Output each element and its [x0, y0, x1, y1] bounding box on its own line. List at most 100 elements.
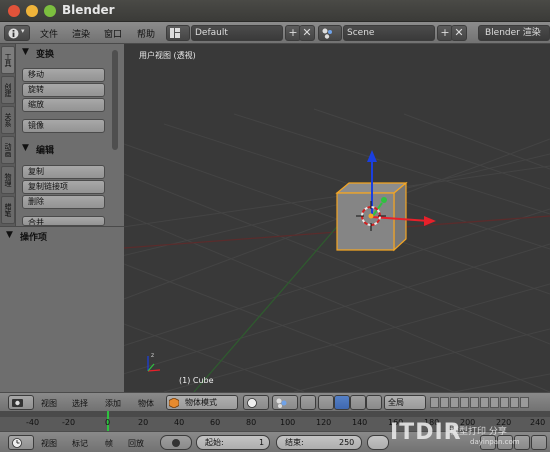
- keyframe-dot-button[interactable]: [160, 435, 192, 450]
- timeline-tick: 0: [105, 418, 111, 427]
- mirror-button[interactable]: 镜像: [22, 119, 105, 133]
- duplicate-linked-button[interactable]: 复制链接项: [22, 180, 105, 194]
- rotate-manipulator-icon[interactable]: [350, 395, 366, 410]
- end-frame-field[interactable]: 结束: 250: [276, 435, 362, 450]
- 3d-view-header: 视图 选择 添加 物体 物体模式 全局: [0, 392, 550, 411]
- scene-field[interactable]: Scene: [343, 25, 435, 41]
- view3d-icon: [12, 399, 23, 407]
- scale-manipulator-icon[interactable]: [366, 395, 382, 410]
- layer-buttons[interactable]: [430, 397, 550, 408]
- scene-icon: [322, 28, 332, 39]
- timeline-ruler-band: [0, 411, 550, 417]
- viewport-scene: z: [124, 108, 550, 392]
- tab-tools[interactable]: 工具: [1, 46, 15, 74]
- maximize-window-icon[interactable]: [44, 5, 56, 17]
- close-icon[interactable]: ✕: [299, 25, 315, 41]
- start-frame-label: 起始:: [205, 438, 224, 447]
- window-title: Blender: [62, 3, 115, 17]
- timeline-tick: 20: [138, 418, 149, 427]
- timeline-tick: 100: [280, 418, 296, 427]
- translate-button[interactable]: 移动: [22, 68, 105, 82]
- manipulator-icon[interactable]: [318, 395, 334, 410]
- mode-cube-icon: [169, 398, 179, 408]
- tab-relations[interactable]: 关系: [1, 106, 15, 134]
- end-frame-value: 250: [339, 438, 355, 447]
- transform-panel-arrow-icon[interactable]: ▼: [22, 47, 29, 57]
- menu-select[interactable]: 选择: [72, 398, 88, 409]
- screen-layout-field[interactable]: Default: [191, 25, 283, 41]
- mode-label: 物体模式: [185, 398, 217, 407]
- tool-shelf-tabs: 工具 创建 关系 动画 物理 蜡笔: [0, 44, 16, 226]
- delete-scene-icon[interactable]: ✕: [451, 25, 467, 41]
- snap-toggle-button[interactable]: [300, 395, 316, 410]
- rotate-button[interactable]: 旋转: [22, 83, 105, 97]
- translate-manipulator-icon[interactable]: [334, 395, 350, 410]
- start-frame-field[interactable]: 起始: 1: [196, 435, 270, 450]
- menu-add[interactable]: 添加: [105, 398, 121, 409]
- operator-panel-divider: [0, 226, 124, 227]
- edit-panel-arrow-icon[interactable]: ▼: [22, 143, 29, 153]
- pivot-icon: [276, 398, 287, 408]
- timeline-tick: 240: [530, 418, 546, 427]
- timeline-menu-frame[interactable]: 帧: [105, 438, 113, 449]
- tab-physics[interactable]: 物理: [1, 166, 15, 194]
- delete-button[interactable]: 删除: [22, 195, 105, 209]
- start-frame-value: 1: [259, 438, 265, 447]
- timeline-menu-playback[interactable]: 回放: [128, 438, 144, 449]
- menu-file[interactable]: 文件: [40, 27, 58, 40]
- menu-view[interactable]: 视图: [41, 398, 57, 409]
- operator-panel-header[interactable]: 操作项: [20, 230, 47, 243]
- timeline-menu-view[interactable]: 视图: [41, 438, 57, 449]
- view3d-editor-button[interactable]: [8, 395, 34, 410]
- scale-button[interactable]: 缩放: [22, 98, 105, 112]
- end-frame-label: 结束:: [285, 438, 304, 447]
- 3d-viewport[interactable]: z: [124, 44, 550, 392]
- timeline-tick: 60: [210, 418, 221, 427]
- timeline-tick: 120: [316, 418, 332, 427]
- layout-selector-button[interactable]: [166, 25, 190, 41]
- clock-icon: [12, 438, 22, 448]
- edit-panel-header[interactable]: 编辑: [36, 143, 54, 156]
- render-engine-select[interactable]: Blender 渲染: [478, 25, 550, 41]
- menu-render[interactable]: 渲染: [72, 27, 90, 40]
- editor-type-button[interactable]: ▾: [4, 25, 30, 41]
- jump-end-icon[interactable]: [531, 435, 547, 450]
- close-window-icon[interactable]: [8, 5, 20, 17]
- viewport-shading-button[interactable]: [243, 395, 269, 410]
- window-titlebar: Blender: [0, 0, 550, 22]
- timeline-tick: 80: [246, 418, 257, 427]
- timeline-menu-marker[interactable]: 标记: [72, 438, 88, 449]
- current-frame-field[interactable]: [367, 435, 389, 450]
- menu-object[interactable]: 物体: [138, 398, 154, 409]
- info-icon: [8, 28, 19, 39]
- tab-create[interactable]: 创建: [1, 76, 15, 104]
- minimize-window-icon[interactable]: [26, 5, 38, 17]
- pivot-point-button[interactable]: [272, 395, 298, 410]
- active-object-label: (1) Cube: [179, 376, 214, 385]
- transform-orientation-select[interactable]: 全局: [384, 395, 426, 410]
- operator-panel-arrow-icon[interactable]: ▼: [6, 230, 13, 240]
- timeline-tick: 40: [174, 418, 185, 427]
- tab-grease-pencil[interactable]: 蜡笔: [1, 196, 15, 224]
- timeline-editor-button[interactable]: [8, 435, 34, 450]
- transform-panel-header[interactable]: 变换: [36, 47, 54, 60]
- layout-icon: [170, 28, 180, 38]
- axis-gizmo-icon: z: [147, 352, 161, 372]
- watermark-url: dayinpan.com: [470, 438, 520, 446]
- timeline-tick: -20: [62, 418, 76, 427]
- menu-help[interactable]: 帮助: [137, 27, 155, 40]
- duplicate-button[interactable]: 复制: [22, 165, 105, 179]
- watermark-text: 模型打印 分享: [450, 427, 507, 437]
- view-perspective-label: 用户视图 (透视): [139, 51, 196, 60]
- menu-window[interactable]: 窗口: [104, 27, 122, 40]
- tool-shelf-scrollbar[interactable]: [112, 50, 118, 150]
- timeline-tick: 140: [352, 418, 368, 427]
- info-header: ▾ 文件 渲染 窗口 帮助 Default + ✕ Scene + ✕ Blen…: [0, 22, 550, 44]
- join-button[interactable]: 合并: [22, 216, 105, 226]
- scene-selector-button[interactable]: [318, 25, 342, 41]
- chevron-down-icon: ▾: [21, 27, 25, 35]
- timeline-tick: -40: [26, 418, 40, 427]
- shading-sphere-icon: [247, 398, 257, 408]
- tab-animation[interactable]: 动画: [1, 136, 15, 164]
- svg-text:z: z: [151, 352, 154, 359]
